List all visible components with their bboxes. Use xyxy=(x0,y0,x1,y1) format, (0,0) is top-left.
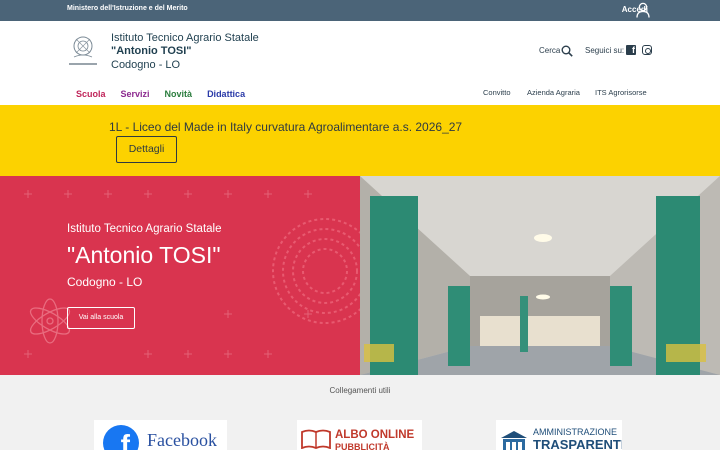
hero-location: Codogno - LO xyxy=(67,275,143,289)
main-nav: Scuola Servizi Novità Didattica xyxy=(76,89,260,99)
albo-online-banner[interactable]: ALBO ONLINE PUBBLICITÀ LEGALE xyxy=(297,420,422,450)
top-bar: Ministero dell'Istruzione e del Merito A… xyxy=(0,0,720,21)
school-name-line3: Codogno - LO xyxy=(111,59,181,71)
albo-online-title: ALBO ONLINE xyxy=(335,429,415,441)
building-icon xyxy=(501,431,527,450)
nav-didattica[interactable]: Didattica xyxy=(207,89,245,99)
hero-panel: Istituto Tecnico Agrario Statale "Antoni… xyxy=(0,176,360,375)
facebook-banner-text: Facebook xyxy=(147,430,217,450)
open-book-icon xyxy=(301,429,331,449)
nav-azienda-agraria[interactable]: Azienda Agraria xyxy=(527,88,580,97)
hero-subtitle: Istituto Tecnico Agrario Statale xyxy=(67,223,222,235)
site-header: Istituto Tecnico Agrario Statale "Antoni… xyxy=(0,21,720,105)
nav-servizi[interactable]: Servizi xyxy=(121,89,150,99)
useful-links-title: Collegamenti utili xyxy=(329,386,391,395)
details-button[interactable]: Dettagli xyxy=(116,136,177,163)
nav-its-agrorisorse[interactable]: ITS Agrorisorse xyxy=(595,88,647,97)
school-hallway-photo xyxy=(360,176,720,375)
school-name-line1: Istituto Tecnico Agrario Statale xyxy=(111,32,259,44)
facebook-icon[interactable]: f xyxy=(626,45,636,55)
nav-novita[interactable]: Novità xyxy=(165,89,193,99)
facebook-logo-icon: f xyxy=(103,425,139,450)
nav-convitto[interactable]: Convitto xyxy=(483,88,511,97)
hero-title: "Antonio TOSI" xyxy=(67,242,221,268)
amministrazione-title: AMMINISTRAZIONE xyxy=(533,427,618,437)
hero-decoration xyxy=(24,190,360,358)
school-name[interactable]: Istituto Tecnico Agrario Statale "Antoni… xyxy=(111,32,259,72)
search-label[interactable]: Cerca xyxy=(539,46,560,55)
school-name-line2: "Antonio TOSI" xyxy=(111,45,192,57)
trasparente-title: TRASPARENTE xyxy=(533,437,622,450)
search-icon[interactable] xyxy=(561,44,573,57)
albo-online-subtitle: PUBBLICITÀ LEGALE xyxy=(335,442,390,450)
amministrazione-trasparente-banner[interactable]: AMMINISTRAZIONE TRASPARENTE xyxy=(496,420,622,450)
nav-scuola[interactable]: Scuola xyxy=(76,89,106,99)
alert-banner: 1L - Liceo del Made in Italy curvatura A… xyxy=(0,105,720,176)
alert-text: 1L - Liceo del Made in Italy curvatura A… xyxy=(109,120,463,134)
user-icon[interactable] xyxy=(636,2,650,18)
follow-label: Seguici su: xyxy=(585,46,625,55)
ministry-link[interactable]: Ministero dell'Istruzione e del Merito xyxy=(67,5,188,12)
school-logo[interactable] xyxy=(66,31,100,69)
go-to-school-button[interactable]: Vai alla scuola xyxy=(67,307,135,329)
facebook-banner[interactable]: f Facebook xyxy=(94,420,227,450)
instagram-icon[interactable] xyxy=(642,45,652,55)
